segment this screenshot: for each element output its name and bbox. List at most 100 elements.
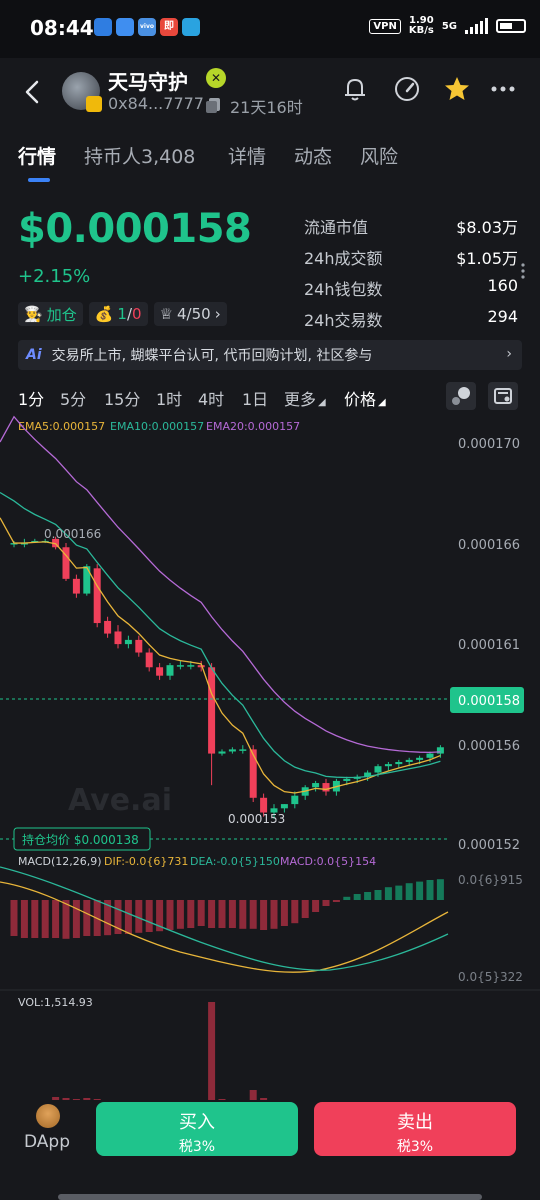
macd-bar bbox=[436, 879, 444, 900]
status-app-icons: vivo 即 bbox=[94, 18, 200, 36]
ema20-line bbox=[0, 415, 441, 753]
stats-more-icon[interactable] bbox=[520, 262, 526, 280]
low-label: 0.000153 bbox=[228, 812, 285, 826]
interval-5m[interactable]: 5分 bbox=[60, 386, 86, 410]
copy-icon[interactable] bbox=[204, 96, 222, 114]
ema-lines bbox=[0, 415, 441, 794]
candle-body bbox=[405, 759, 413, 762]
price-mode[interactable]: 价格 ◢ bbox=[344, 386, 386, 410]
macd-bar bbox=[197, 900, 205, 926]
candle-body bbox=[93, 568, 101, 624]
status-time: 08:44 bbox=[30, 16, 94, 40]
indicator-tool-icon[interactable] bbox=[446, 382, 476, 410]
candle-body bbox=[156, 667, 164, 676]
gauge-icon[interactable] bbox=[392, 74, 422, 104]
token-header: 天马守护 ✕ 0x84...7777 21天16时 bbox=[0, 58, 540, 128]
add-position-tag[interactable]: 👨‍🍳 加仓 bbox=[18, 302, 83, 326]
macd-bar bbox=[166, 900, 174, 930]
price-axis-label: 0.000170 bbox=[458, 437, 520, 452]
candle-body bbox=[208, 667, 216, 754]
candle-body bbox=[249, 749, 257, 798]
tab-details[interactable]: 详情 bbox=[228, 142, 266, 169]
ai-summary-banner[interactable]: Ai 交易所上市, 蝴蝶平台认可, 代币回购计划, 社区参与 › bbox=[18, 340, 522, 370]
ema5-label: EMA5:0.000157 bbox=[18, 420, 105, 433]
macd-bar bbox=[208, 900, 216, 928]
price-chart[interactable]: EMA5:0.000157 EMA10:0.000157 EMA20:0.000… bbox=[0, 412, 540, 1102]
macd-bar bbox=[145, 900, 153, 932]
buy-tax: 税3% bbox=[178, 1139, 216, 1155]
interval-1m[interactable]: 1分 bbox=[18, 386, 44, 410]
macd-bar bbox=[332, 900, 340, 902]
interval-more[interactable]: 更多 ◢ bbox=[284, 386, 326, 410]
macd-bar bbox=[52, 900, 60, 938]
candle-body bbox=[114, 631, 122, 645]
tab-risk[interactable]: 风险 bbox=[360, 142, 398, 169]
candle-body bbox=[416, 757, 424, 760]
macd-bar bbox=[301, 900, 309, 918]
token-address[interactable]: 0x84...7777 bbox=[108, 94, 204, 113]
stat-row: 流通市值 $8.03万 bbox=[304, 214, 518, 245]
ema20-label: EMA20:0.000157 bbox=[206, 420, 300, 433]
macd-bar bbox=[291, 900, 299, 924]
candle-body bbox=[239, 749, 247, 751]
candle-body bbox=[436, 747, 444, 754]
price-change: +2.15% bbox=[18, 266, 91, 287]
stat-key: 24h钱包数 bbox=[304, 280, 383, 299]
sell-button[interactable]: 卖出 税3% bbox=[314, 1102, 516, 1156]
macd-bar bbox=[10, 900, 18, 936]
candle-body bbox=[291, 795, 299, 805]
pancake-icon[interactable] bbox=[36, 1104, 60, 1128]
bell-icon[interactable] bbox=[340, 74, 370, 104]
macd-bar bbox=[416, 881, 424, 900]
candle-body bbox=[72, 578, 80, 594]
vpn-indicator: VPN bbox=[369, 18, 401, 34]
tab-holders[interactable]: 持币人3,408 bbox=[84, 142, 195, 169]
macd-bar bbox=[364, 892, 372, 900]
macd-bar bbox=[218, 900, 226, 928]
more-icon[interactable] bbox=[488, 74, 518, 104]
macd-bar bbox=[260, 900, 268, 930]
macd-bar bbox=[384, 887, 392, 900]
token-name: 天马守护 bbox=[108, 70, 188, 94]
candle-body bbox=[322, 783, 330, 792]
ratio-b: 0 bbox=[132, 305, 142, 323]
macd-bar bbox=[405, 883, 413, 900]
macd-bar bbox=[41, 900, 49, 938]
price-mode-label: 价格 bbox=[344, 390, 377, 409]
price-tags: 👨‍🍳 加仓 💰 1/0 ♕ 4/50 › bbox=[18, 302, 227, 326]
candle-body bbox=[135, 639, 143, 653]
candles bbox=[10, 536, 444, 819]
candle-body bbox=[260, 797, 268, 813]
add-position-label: 加仓 bbox=[46, 305, 77, 324]
interval-bar: 1分 5分 15分 1时 4时 1日 更多 ◢ 价格 ◢ bbox=[0, 382, 540, 412]
volume-bar bbox=[208, 1002, 216, 1102]
tab-market[interactable]: 行情 bbox=[18, 142, 56, 169]
macd-dea-label: DEA:-0.0{5}150 bbox=[190, 855, 280, 868]
market-stats: 流通市值 $8.03万 24h成交额 $1.05万 24h钱包数 160 24h交易数… bbox=[304, 214, 518, 338]
macd-axis-label: 0.0{6}915 bbox=[458, 873, 523, 887]
interval-1d[interactable]: 1日 bbox=[242, 386, 268, 410]
buy-button[interactable]: 买入 税3% bbox=[96, 1102, 298, 1156]
current-price-tag-label: 0.000158 bbox=[458, 694, 520, 709]
rank-label: 4/50 bbox=[177, 305, 211, 323]
holder-ratio-tag[interactable]: 💰 1/0 bbox=[88, 302, 148, 326]
macd-bar bbox=[228, 900, 236, 928]
interval-1h[interactable]: 1时 bbox=[156, 386, 182, 410]
rank-tag[interactable]: ♕ 4/50 › bbox=[153, 302, 227, 326]
app-notification-icon bbox=[94, 18, 112, 36]
tab-activity[interactable]: 动态 bbox=[294, 142, 332, 169]
macd-bar bbox=[280, 900, 288, 926]
macd-bar bbox=[343, 896, 351, 900]
dapp-label[interactable]: DApp bbox=[24, 1132, 70, 1152]
star-icon[interactable] bbox=[442, 74, 472, 104]
stat-key: 24h交易数 bbox=[304, 311, 383, 330]
chart-settings-icon[interactable] bbox=[488, 382, 518, 410]
macd-histogram bbox=[10, 879, 444, 939]
watermark-logo: Ave.ai bbox=[68, 783, 172, 818]
back-arrow-icon[interactable] bbox=[22, 78, 44, 106]
candle-body bbox=[166, 665, 174, 676]
candle-body bbox=[374, 766, 382, 773]
interval-4h[interactable]: 4时 bbox=[198, 386, 224, 410]
money-bag-icon: 💰 bbox=[94, 305, 114, 323]
interval-15m[interactable]: 15分 bbox=[104, 386, 140, 410]
